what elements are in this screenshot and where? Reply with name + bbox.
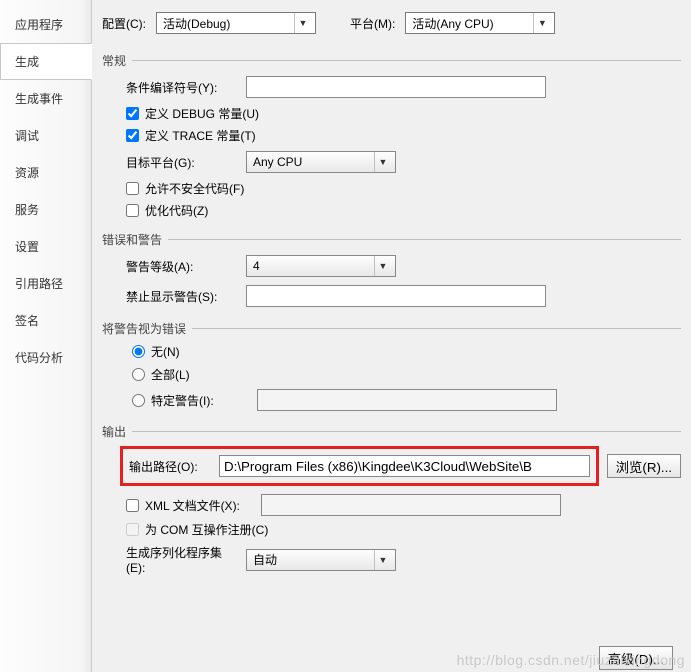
sidebar: 应用程序 生成 生成事件 调试 资源 服务 设置 引用路径 签名 代码分析	[0, 0, 92, 672]
optimize-label: 优化代码(Z)	[145, 202, 208, 219]
sidebar-item-build[interactable]: 生成	[0, 43, 92, 80]
serialization-value: 自动	[253, 551, 277, 568]
chevron-down-icon: ▼	[294, 13, 311, 33]
output-path-label: 输出路径(O):	[129, 458, 219, 475]
warn-level-label: 警告等级(A):	[126, 258, 246, 275]
com-interop-label: 为 COM 互操作注册(C)	[145, 521, 268, 538]
treat-specific-radio[interactable]	[132, 394, 145, 407]
allow-unsafe-label: 允许不安全代码(F)	[145, 180, 244, 197]
group-general-header: 常规	[102, 52, 681, 69]
config-value: 活动(Debug)	[163, 15, 230, 32]
xml-doc-label: XML 文档文件(X):	[145, 497, 255, 514]
define-debug-checkbox[interactable]	[126, 107, 139, 120]
treat-none-label: 无(N)	[151, 343, 180, 360]
warn-level-value: 4	[253, 259, 260, 273]
com-interop-checkbox	[126, 523, 139, 536]
chevron-down-icon: ▼	[374, 256, 391, 276]
sidebar-item-application[interactable]: 应用程序	[0, 6, 91, 43]
xml-doc-input	[261, 494, 561, 516]
sidebar-item-debug[interactable]: 调试	[0, 117, 91, 154]
treat-none-radio[interactable]	[132, 345, 145, 358]
serialization-label: 生成序列化程序集(E):	[126, 544, 246, 575]
chevron-down-icon: ▼	[374, 550, 391, 570]
sidebar-item-signing[interactable]: 签名	[0, 302, 91, 339]
config-dropdown[interactable]: 活动(Debug) ▼	[156, 12, 316, 34]
sidebar-item-code-analysis[interactable]: 代码分析	[0, 339, 91, 376]
optimize-checkbox[interactable]	[126, 204, 139, 217]
serialization-dropdown[interactable]: 自动 ▼	[246, 549, 396, 571]
xml-doc-checkbox[interactable]	[126, 499, 139, 512]
group-errors-header: 错误和警告	[102, 231, 681, 248]
config-platform-row: 配置(C): 活动(Debug) ▼ 平台(M): 活动(Any CPU) ▼	[102, 12, 681, 34]
suppress-warn-label: 禁止显示警告(S):	[126, 288, 246, 305]
suppress-warn-input[interactable]	[246, 285, 546, 307]
output-path-input[interactable]	[219, 455, 590, 477]
sidebar-item-resources[interactable]: 资源	[0, 154, 91, 191]
target-platform-label: 目标平台(G):	[126, 154, 246, 171]
platform-value: 活动(Any CPU)	[412, 15, 493, 32]
group-treat-header: 将警告视为错误	[102, 320, 681, 337]
cond-symbol-label: 条件编译符号(Y):	[126, 79, 246, 96]
target-platform-dropdown[interactable]: Any CPU ▼	[246, 151, 396, 173]
platform-label: 平台(M):	[350, 15, 395, 32]
sidebar-item-services[interactable]: 服务	[0, 191, 91, 228]
define-debug-label: 定义 DEBUG 常量(U)	[145, 105, 259, 122]
group-output-header: 输出	[102, 423, 681, 440]
define-trace-label: 定义 TRACE 常量(T)	[145, 127, 256, 144]
sidebar-item-build-events[interactable]: 生成事件	[0, 80, 91, 117]
platform-dropdown[interactable]: 活动(Any CPU) ▼	[405, 12, 555, 34]
config-label: 配置(C):	[102, 15, 146, 32]
target-platform-value: Any CPU	[253, 155, 302, 169]
chevron-down-icon: ▼	[374, 152, 391, 172]
main-panel: 配置(C): 活动(Debug) ▼ 平台(M): 活动(Any CPU) ▼ …	[92, 0, 691, 672]
browse-button[interactable]: 浏览(R)...	[607, 454, 681, 478]
treat-specific-input	[257, 389, 557, 411]
warn-level-dropdown[interactable]: 4 ▼	[246, 255, 396, 277]
advanced-button[interactable]: 高级(D)...	[599, 646, 673, 670]
treat-all-radio[interactable]	[132, 368, 145, 381]
treat-all-label: 全部(L)	[151, 366, 190, 383]
sidebar-item-settings[interactable]: 设置	[0, 228, 91, 265]
sidebar-item-reference-paths[interactable]: 引用路径	[0, 265, 91, 302]
cond-symbol-input[interactable]	[246, 76, 546, 98]
treat-specific-label: 特定警告(I):	[151, 392, 251, 409]
define-trace-checkbox[interactable]	[126, 129, 139, 142]
chevron-down-icon: ▼	[533, 13, 550, 33]
output-path-highlight: 输出路径(O):	[120, 446, 599, 486]
allow-unsafe-checkbox[interactable]	[126, 182, 139, 195]
